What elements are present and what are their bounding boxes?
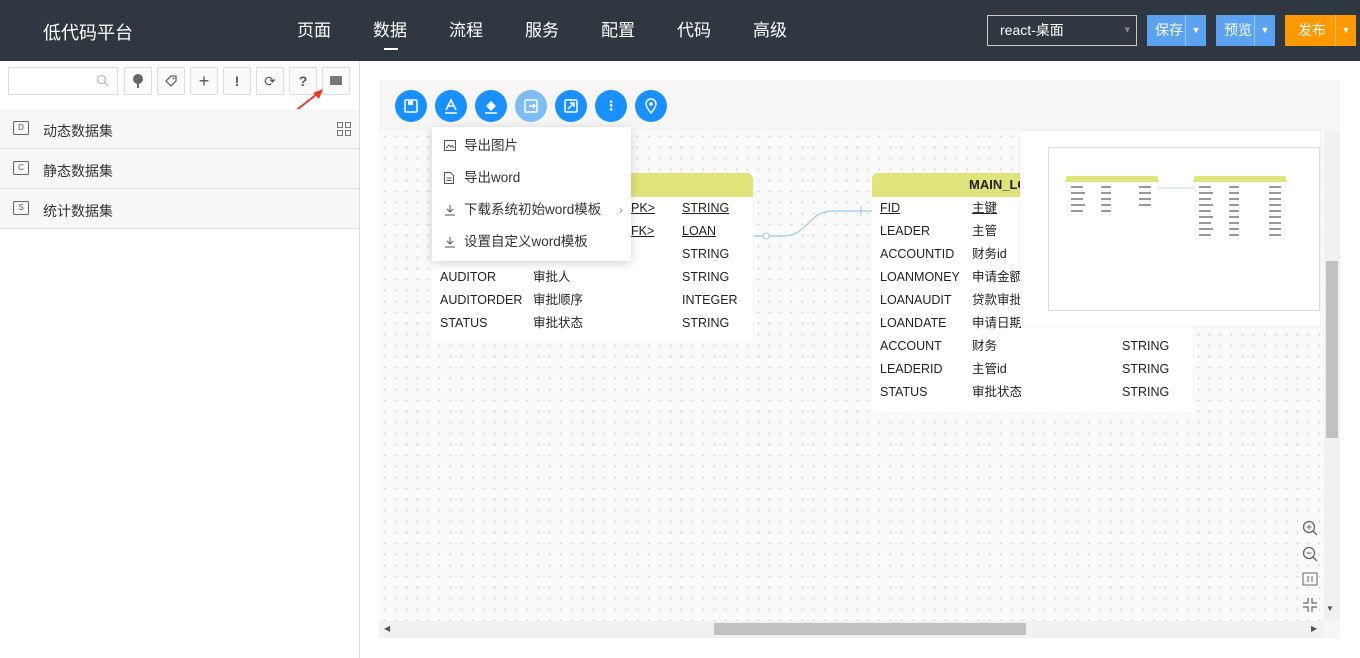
- nav-item-pages[interactable]: 页面: [276, 0, 352, 61]
- location-icon[interactable]: [635, 90, 667, 122]
- chevron-right-icon: ›: [619, 203, 623, 217]
- download-icon: [444, 194, 456, 229]
- nav-item-code[interactable]: 代码: [656, 0, 732, 61]
- save-icon[interactable]: [395, 90, 427, 122]
- exclamation-icon[interactable]: !: [223, 67, 251, 95]
- scroll-left-icon[interactable]: ◀: [384, 624, 390, 633]
- dataset-label: 静态数据集: [43, 163, 113, 179]
- minimap-preview: [1066, 176, 1286, 244]
- publish-label: 发布: [1298, 22, 1326, 38]
- menu-item-label: 设置自定义word模板: [464, 234, 588, 249]
- preview-dropdown-icon[interactable]: ▼: [1254, 15, 1275, 46]
- view-select-value: react-桌面: [1000, 22, 1064, 38]
- menu-item-custom-template[interactable]: 设置自定义word模板: [432, 226, 631, 258]
- resize-icon[interactable]: [555, 90, 587, 122]
- save-button[interactable]: 保存 ▼: [1147, 15, 1206, 46]
- save-label: 保存: [1155, 22, 1183, 38]
- entity-row: ACCOUNT 财务 STRING: [880, 339, 1170, 353]
- minimap-viewport[interactable]: [1048, 147, 1320, 311]
- file-icon: [444, 162, 454, 197]
- menu-item-download-template[interactable]: 下载系统初始word模板 ›: [432, 194, 631, 226]
- tag-icon[interactable]: [157, 67, 185, 95]
- export-icon[interactable]: [515, 90, 547, 122]
- zoom-in-icon[interactable]: [1298, 520, 1322, 542]
- publish-dropdown-icon[interactable]: ▼: [1335, 15, 1356, 46]
- nav-item-service[interactable]: 服务: [504, 0, 580, 61]
- dataset-d-icon: D: [13, 121, 29, 135]
- menu-item-label: 下载系统初始word模板: [464, 202, 602, 217]
- search-box[interactable]: [8, 67, 118, 95]
- preview-label: 预览: [1224, 22, 1252, 38]
- entity-row: LEADERID 主管id STRING: [880, 362, 1170, 376]
- tree-icon[interactable]: [124, 67, 152, 95]
- nav-item-config[interactable]: 配置: [580, 0, 656, 61]
- menu-item-export-image[interactable]: 导出图片: [432, 130, 631, 162]
- dataset-s-icon: S: [13, 201, 29, 215]
- refresh-icon[interactable]: ⟳: [256, 67, 284, 95]
- menu-item-label: 导出word: [464, 170, 521, 185]
- plus-icon[interactable]: +: [190, 67, 218, 95]
- chevron-down-icon: ▾: [1124, 24, 1130, 36]
- dataset-dynamic[interactable]: D 动态数据集: [0, 109, 359, 149]
- zoom-out-icon[interactable]: [1298, 546, 1322, 568]
- horizontal-scroll-thumb[interactable]: [714, 623, 1026, 635]
- brand-title: 低代码平台: [43, 23, 133, 43]
- sidebar: + ! ⟳ ? D 动态数据集 C 静态数据集 S 统计数据集: [0, 61, 360, 658]
- vertical-scroll-thumb[interactable]: [1326, 261, 1338, 438]
- download-icon: [444, 226, 456, 261]
- fill-icon[interactable]: [475, 90, 507, 122]
- scroll-down-icon[interactable]: ▼: [1326, 604, 1334, 613]
- grid-icon[interactable]: [337, 122, 351, 136]
- nav-item-data[interactable]: 数据: [352, 0, 428, 61]
- dataset-c-icon: C: [13, 161, 29, 175]
- menu-item-export-word[interactable]: 导出word: [432, 162, 631, 194]
- nav-item-process[interactable]: 流程: [428, 0, 504, 61]
- minimap[interactable]: [1020, 131, 1320, 326]
- view-select[interactable]: react-桌面 ▾: [987, 15, 1137, 46]
- export-context-menu: 导出图片 导出word 下载系统初始word模板 › 设置自定义word模板: [432, 127, 631, 261]
- more-icon[interactable]: ⋮: [595, 90, 627, 122]
- entity-row: AUDITOR 审批人 STRING: [440, 270, 730, 284]
- fullscreen-icon[interactable]: [1298, 597, 1322, 619]
- message-icon[interactable]: [322, 67, 350, 95]
- entity-row: STATUS 审批状态 STRING: [880, 385, 1170, 399]
- dataset-label: 统计数据集: [43, 203, 113, 219]
- text-icon[interactable]: [435, 90, 467, 122]
- search-icon[interactable]: [96, 74, 109, 90]
- dataset-label: 动态数据集: [43, 123, 113, 139]
- fit-icon[interactable]: [1298, 572, 1322, 594]
- image-icon: [444, 130, 456, 164]
- main-nav: 页面 数据 流程 服务 配置 代码 高级: [276, 0, 808, 61]
- save-dropdown-icon[interactable]: ▼: [1185, 15, 1206, 46]
- entity-row: AUDITORDER 审批顺序 INTEGER: [440, 293, 738, 307]
- menu-item-label: 导出图片: [464, 138, 518, 153]
- dataset-statistics[interactable]: S 统计数据集: [0, 189, 359, 229]
- dataset-static[interactable]: C 静态数据集: [0, 149, 359, 189]
- relationship-line[interactable]: [753, 201, 873, 241]
- scroll-right-icon[interactable]: ▶: [1311, 624, 1317, 633]
- search-input[interactable]: [13, 68, 93, 94]
- entity-row: STATUS 审批状态 STRING: [440, 316, 730, 330]
- publish-button[interactable]: 发布 ▼: [1285, 15, 1356, 46]
- top-header: 低代码平台 页面 数据 流程 服务 配置 代码 高级 react-桌面 ▾ 保存…: [0, 0, 1360, 61]
- nav-item-advanced[interactable]: 高级: [732, 0, 808, 61]
- preview-button[interactable]: 预览 ▼: [1216, 15, 1275, 46]
